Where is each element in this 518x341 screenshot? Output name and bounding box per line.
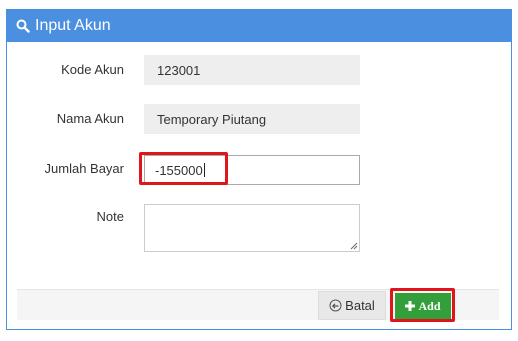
batal-button[interactable]: Batal [318,291,386,320]
note-label: Note [96,209,124,224]
kode-akun-value: 123001 [157,62,201,78]
kode-akun-field[interactable]: 123001 [144,55,360,85]
jumlah-bayar-highlight [139,152,228,185]
panel-header: Input Akun [7,10,511,42]
search-icon [16,19,30,33]
note-textarea[interactable] [144,204,360,252]
nama-akun-label: Nama Akun [56,111,124,126]
batal-label: Batal [345,298,375,313]
add-button[interactable]: Add [395,293,451,319]
nama-akun-value: Temporary Piutang [157,111,267,127]
kode-akun-label: Kode Akun [61,62,124,77]
input-akun-panel: Input Akun Kode Akun 123001 Nama Akun Te… [6,9,512,330]
resize-handle-icon[interactable] [349,241,358,250]
jumlah-bayar-label: Jumlah Bayar [44,161,124,176]
nama-akun-field[interactable]: Temporary Piutang [144,104,360,134]
add-label: Add [418,298,441,313]
plus-icon [405,301,416,311]
panel-title: Input Akun [35,17,111,34]
undo-icon [329,299,342,312]
